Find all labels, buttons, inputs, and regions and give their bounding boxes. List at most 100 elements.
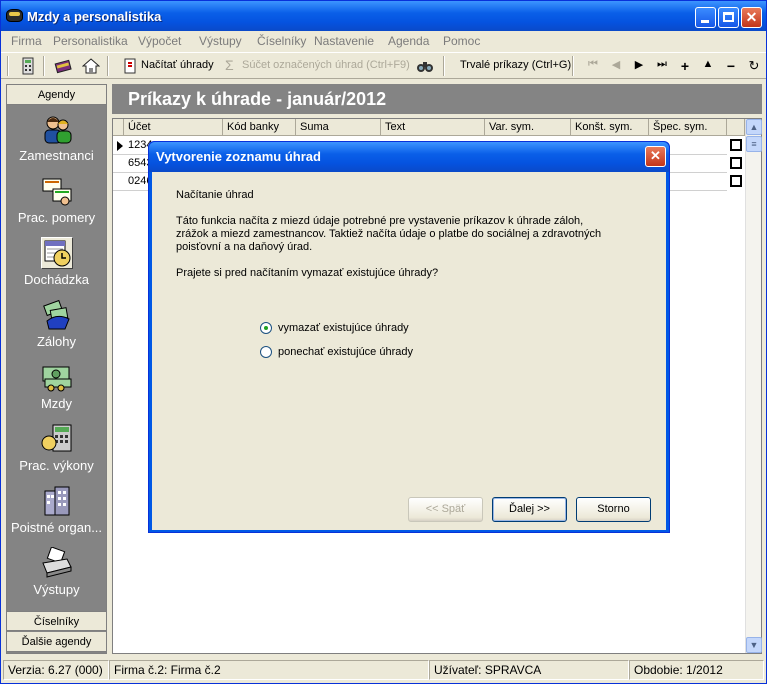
sidebar-item-attendance[interactable]: Dochádzka xyxy=(7,231,106,293)
column-header-spec-sym[interactable]: Špec. sym. xyxy=(649,119,727,136)
column-header-check xyxy=(727,119,745,136)
sidebar-item-label: Výstupy xyxy=(33,582,80,597)
column-header-text[interactable]: Text xyxy=(381,119,485,136)
sidebar-item-label: Mzdy xyxy=(40,396,73,411)
app-icon xyxy=(6,9,23,22)
employment-icon xyxy=(41,175,73,207)
toolbar-separator xyxy=(7,56,9,76)
sidebar-footer-ciselniky[interactable]: Číselníky xyxy=(7,611,106,631)
toolbar-separator xyxy=(43,56,45,76)
wages-icon xyxy=(41,361,73,393)
last-record-icon[interactable]: ⏭ xyxy=(654,58,670,74)
next-button[interactable]: Ďalej >> xyxy=(492,497,567,522)
sidebar-item-work-performance[interactable]: Prac. výkony xyxy=(7,417,106,479)
menu-firma[interactable]: Firma xyxy=(11,34,42,48)
row-checkbox[interactable] xyxy=(727,155,745,171)
row-checkbox[interactable] xyxy=(727,137,745,153)
close-button[interactable]: ✕ xyxy=(741,7,762,28)
menu-vypocet[interactable]: Výpočet xyxy=(138,34,181,48)
window-title: Mzdy a personalistika xyxy=(27,9,162,24)
add-record-icon[interactable]: + xyxy=(677,58,693,74)
status-user: Užívateľ: SPRAVCA xyxy=(429,660,629,680)
title-bar[interactable]: Mzdy a personalistika ✕ xyxy=(1,1,766,31)
minimize-icon xyxy=(701,20,709,23)
refresh-icon[interactable]: ↻ xyxy=(746,58,762,74)
menu-nastavenie[interactable]: Nastavenie xyxy=(314,34,374,48)
scroll-down-icon[interactable]: ▼ xyxy=(746,637,762,653)
status-version: Verzia: 6.27 (000) xyxy=(3,660,109,680)
work-performance-icon xyxy=(41,423,73,455)
main-window: Mzdy a personalistika ✕ Firma Personalis… xyxy=(0,0,767,684)
books-icon[interactable] xyxy=(54,57,72,75)
column-header-amount[interactable]: Suma xyxy=(296,119,381,136)
menu-personalistika[interactable]: Personalistika xyxy=(53,34,128,48)
minimize-button[interactable] xyxy=(695,7,716,28)
sidebar-item-employees[interactable]: Zamestnanci xyxy=(7,107,106,169)
maximize-button[interactable] xyxy=(718,7,739,28)
page-title: Príkazy k úhrade - január/2012 xyxy=(112,84,762,114)
printer-icon xyxy=(41,546,73,579)
dialog-description-line-1: Táto funkcia načíta z miezd údaje potreb… xyxy=(176,215,584,227)
status-bar: Verzia: 6.27 (000) Firma č.2: Firma č.2 … xyxy=(1,658,766,683)
dialog-question: Prajete si pred načítaním vymazať existu… xyxy=(176,267,439,279)
agendas-sidebar: Agendy Zamestnanci Prac. pomery Dochádzk… xyxy=(6,84,107,654)
employees-icon xyxy=(41,113,73,145)
sidebar-item-label: Prac. pomery xyxy=(17,210,96,225)
menu-agenda[interactable]: Agenda xyxy=(388,34,429,48)
home-icon[interactable] xyxy=(81,57,101,75)
menu-ciselniky[interactable]: Číselníky xyxy=(257,34,306,48)
prev-record-icon[interactable]: ◀ xyxy=(608,58,624,74)
calculator-icon[interactable] xyxy=(19,57,37,75)
dialog-title[interactable]: Vytvorenie zoznamu úhrad xyxy=(149,142,669,172)
sidebar-item-label: Zálohy xyxy=(36,334,77,349)
up-icon[interactable]: ▲ xyxy=(700,58,716,74)
standing-orders-button[interactable]: Trvalé príkazy (Ctrl+G) xyxy=(460,59,571,71)
attendance-icon xyxy=(41,237,73,269)
column-header-account[interactable]: Účet xyxy=(124,119,223,136)
status-period: Obdobie: 1/2012 xyxy=(629,660,764,680)
vertical-scrollbar[interactable]: ▲ ≡ ▼ xyxy=(745,119,762,653)
sidebar-footer-other-agendas[interactable]: Ďalšie agendy xyxy=(7,632,106,652)
sidebar-item-employment[interactable]: Prac. pomery xyxy=(7,169,106,231)
binoculars-icon[interactable] xyxy=(416,57,434,75)
column-header-bank-code[interactable]: Kód banky xyxy=(223,119,296,136)
advances-icon xyxy=(41,299,73,331)
sidebar-item-label: Dochádzka xyxy=(23,272,90,287)
sidebar-item-label: Poistné organ... xyxy=(10,520,103,535)
scroll-thumb[interactable]: ≡ xyxy=(746,136,762,152)
sidebar-item-insurance[interactable]: Poistné organ... xyxy=(7,479,106,541)
row-checkbox[interactable] xyxy=(727,173,745,189)
delete-record-icon[interactable]: − xyxy=(723,58,739,74)
dialog-heading: Načítanie úhrad xyxy=(176,189,254,201)
load-payments-icon xyxy=(121,57,139,75)
first-record-icon[interactable]: ⏮ xyxy=(585,58,601,74)
radio-keep-existing-label[interactable]: ponechať existujúce úhrady xyxy=(278,346,413,358)
insurance-icon xyxy=(41,485,73,517)
sidebar-item-outputs[interactable]: Výstupy xyxy=(7,541,106,603)
dialog-body: Načítanie úhrad Táto funkcia načíta z mi… xyxy=(152,172,666,530)
cancel-button[interactable]: Storno xyxy=(576,497,651,522)
sum-icon: Σ xyxy=(225,57,234,73)
menu-bar: Firma Personalistika Výpočet Výstupy Čís… xyxy=(1,31,766,51)
radio-button-selected[interactable] xyxy=(260,322,272,334)
sidebar-item-advances[interactable]: Zálohy xyxy=(7,293,106,355)
sum-selected-button[interactable]: Súčet označených úhrad (Ctrl+F9) xyxy=(242,59,410,71)
dialog-description-line-3: poisťovní a na daňový úrad. xyxy=(176,241,313,253)
sidebar-item-wages[interactable]: Mzdy xyxy=(7,355,106,417)
toolbar-separator xyxy=(107,56,109,76)
radio-button[interactable] xyxy=(260,346,272,358)
maximize-icon xyxy=(723,12,734,22)
sidebar-header[interactable]: Agendy xyxy=(7,85,106,105)
dialog-close-button[interactable]: ✕ xyxy=(645,146,666,167)
dialog-description-line-2: zrážok a miezd zamestnancov. Taktiež nač… xyxy=(176,228,602,240)
column-header-var-sym[interactable]: Var. sym. xyxy=(485,119,571,136)
sidebar-item-label: Zamestnanci xyxy=(19,148,94,163)
radio-delete-existing-label[interactable]: vymazať existujúce úhrady xyxy=(278,322,409,334)
next-record-icon[interactable]: ▶ xyxy=(631,58,647,74)
menu-pomoc[interactable]: Pomoc xyxy=(443,34,480,48)
column-header-const-sym[interactable]: Konšt. sym. xyxy=(571,119,649,136)
load-payments-button[interactable]: Načítať úhrady xyxy=(141,59,214,71)
scroll-up-icon[interactable]: ▲ xyxy=(746,119,762,135)
menu-vystupy[interactable]: Výstupy xyxy=(199,34,242,48)
back-button[interactable]: << Späť xyxy=(408,497,483,522)
